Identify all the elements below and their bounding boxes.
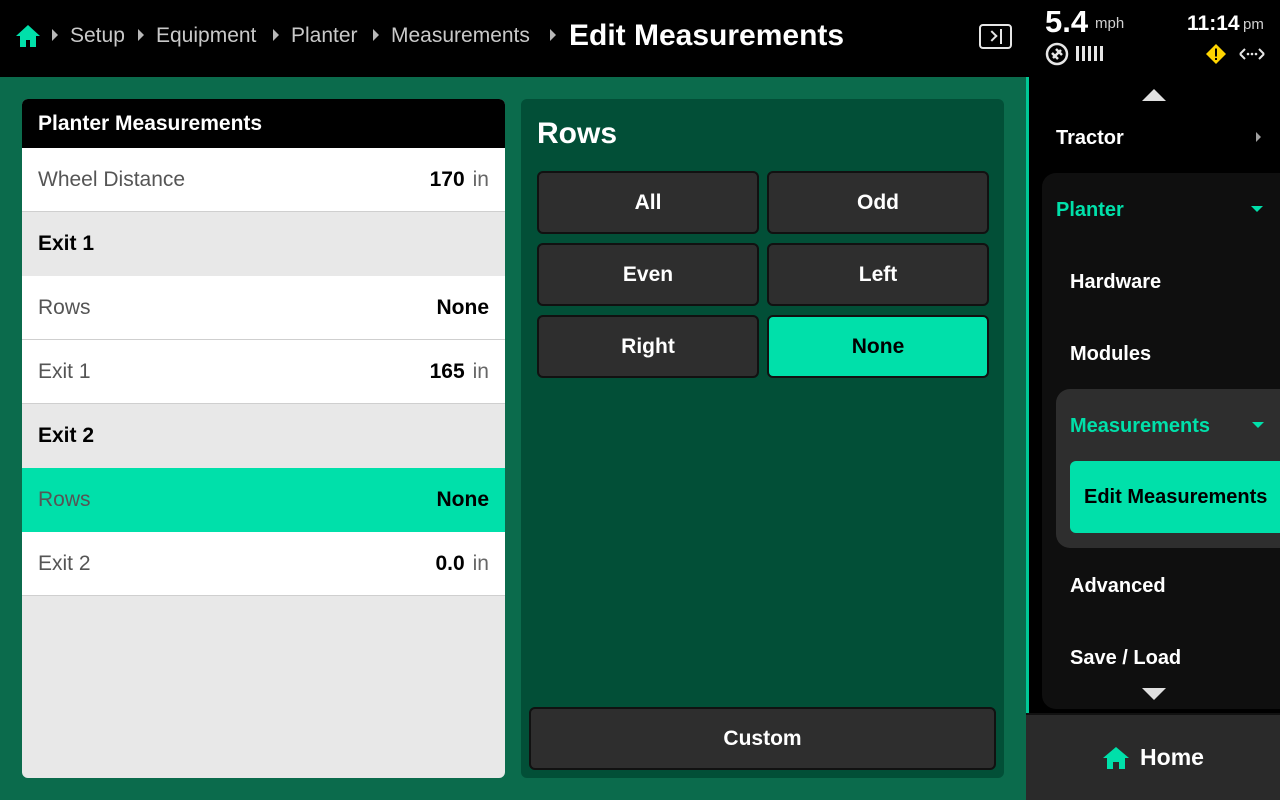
rows-option-odd[interactable]: Odd bbox=[767, 171, 989, 234]
home-icon bbox=[1103, 746, 1130, 769]
exit-1-rows-label: Rows bbox=[38, 295, 91, 319]
side-navigation: Tractor Planter Hardware Modules Measure… bbox=[1026, 77, 1280, 713]
exit-2-rows-value: None bbox=[436, 488, 490, 511]
nav-item-hardware[interactable]: Hardware bbox=[1070, 271, 1161, 294]
chevron-right-icon bbox=[1256, 132, 1261, 142]
rows-option-even[interactable]: Even bbox=[537, 243, 759, 306]
warning-icon[interactable] bbox=[1205, 43, 1227, 65]
exit-2-section-header: Exit 2 bbox=[22, 404, 505, 468]
exit-1-distance-value: 165 bbox=[429, 359, 465, 383]
exit-1-section-label: Exit 1 bbox=[38, 232, 95, 255]
breadcrumb-planter[interactable]: Planter bbox=[291, 0, 358, 72]
panel-toggle-button[interactable] bbox=[979, 24, 1012, 49]
exit-1-distance-row[interactable]: Exit 1 165 in bbox=[22, 340, 505, 404]
scroll-up-icon[interactable] bbox=[1142, 89, 1166, 101]
speed-value: 5.4 bbox=[1045, 4, 1089, 39]
exit-2-distance-row[interactable]: Exit 2 0.0 in bbox=[22, 532, 505, 596]
wheel-distance-row[interactable]: Wheel Distance 170 in bbox=[22, 148, 505, 212]
breadcrumb-setup[interactable]: Setup bbox=[70, 0, 125, 72]
rows-selection-panel: Rows All Odd Even Left Right None Custom bbox=[521, 99, 1004, 778]
rows-panel-title: Rows bbox=[537, 117, 618, 150]
nav-item-advanced[interactable]: Advanced bbox=[1070, 575, 1166, 598]
speed-unit: mph bbox=[1095, 15, 1125, 32]
home-icon[interactable] bbox=[15, 23, 41, 49]
planter-measurements-card: Planter Measurements Wheel Distance 170 … bbox=[22, 99, 505, 778]
exit-2-distance-unit: in bbox=[472, 551, 489, 575]
wheel-distance-label: Wheel Distance bbox=[38, 167, 186, 191]
exit-1-section-header: Exit 1 bbox=[22, 212, 505, 276]
exit-2-rows-row[interactable]: Rows None bbox=[22, 468, 505, 532]
clock-ampm: pm bbox=[1243, 16, 1264, 33]
nav-item-tractor[interactable]: Tractor bbox=[1056, 127, 1124, 150]
wheel-distance-unit: in bbox=[472, 167, 489, 191]
exit-1-rows-row[interactable]: Rows None bbox=[22, 276, 505, 340]
home-button[interactable]: Home bbox=[1026, 713, 1280, 800]
breadcrumb-measurements[interactable]: Measurements bbox=[391, 0, 530, 72]
nav-item-planter[interactable]: Planter bbox=[1056, 199, 1124, 222]
exit-1-rows-value: None bbox=[436, 295, 490, 319]
breadcrumb-separator-icon bbox=[373, 29, 379, 41]
exit-2-section-label: Exit 2 bbox=[38, 424, 95, 447]
breadcrumb-separator-icon bbox=[138, 29, 144, 41]
rows-option-all[interactable]: All bbox=[537, 171, 759, 234]
card-title: Planter Measurements bbox=[22, 99, 505, 148]
clock-time: 11:14 bbox=[1187, 12, 1240, 35]
wheel-distance-value: 170 bbox=[429, 167, 465, 191]
chevron-right-icon bbox=[986, 30, 998, 42]
home-button-label: Home bbox=[1140, 744, 1204, 770]
breadcrumb-separator-icon bbox=[550, 29, 556, 41]
connection-icon[interactable] bbox=[1238, 46, 1266, 62]
nav-item-modules[interactable]: Modules bbox=[1070, 343, 1151, 366]
page-title: Edit Measurements bbox=[569, 19, 845, 52]
nav-item-edit-measurements[interactable]: Edit Measurements bbox=[1070, 461, 1280, 533]
nav-item-save-load[interactable]: Save / Load bbox=[1070, 647, 1181, 670]
exit-2-rows-label: Rows bbox=[38, 488, 91, 511]
breadcrumb-separator-icon bbox=[273, 29, 279, 41]
breadcrumb-equipment[interactable]: Equipment bbox=[156, 0, 256, 72]
custom-button[interactable]: Custom bbox=[529, 707, 996, 770]
chevron-down-icon bbox=[1252, 422, 1264, 428]
signal-strength-icon bbox=[1076, 46, 1103, 61]
rows-option-right[interactable]: Right bbox=[537, 315, 759, 378]
exit-1-distance-unit: in bbox=[472, 359, 489, 383]
rows-option-left[interactable]: Left bbox=[767, 243, 989, 306]
satellite-icon[interactable] bbox=[1044, 41, 1070, 67]
exit-1-distance-label: Exit 1 bbox=[38, 359, 91, 383]
scroll-down-icon[interactable] bbox=[1142, 688, 1166, 700]
exit-2-distance-value: 0.0 bbox=[435, 551, 465, 575]
rows-option-none[interactable]: None bbox=[767, 315, 989, 378]
exit-2-distance-label: Exit 2 bbox=[38, 551, 91, 575]
breadcrumb-separator-icon bbox=[52, 29, 58, 41]
top-bar: Setup Equipment Planter Measurements Edi… bbox=[0, 0, 1280, 77]
nav-item-measurements[interactable]: Measurements bbox=[1070, 415, 1210, 438]
chevron-down-icon bbox=[1251, 206, 1263, 212]
